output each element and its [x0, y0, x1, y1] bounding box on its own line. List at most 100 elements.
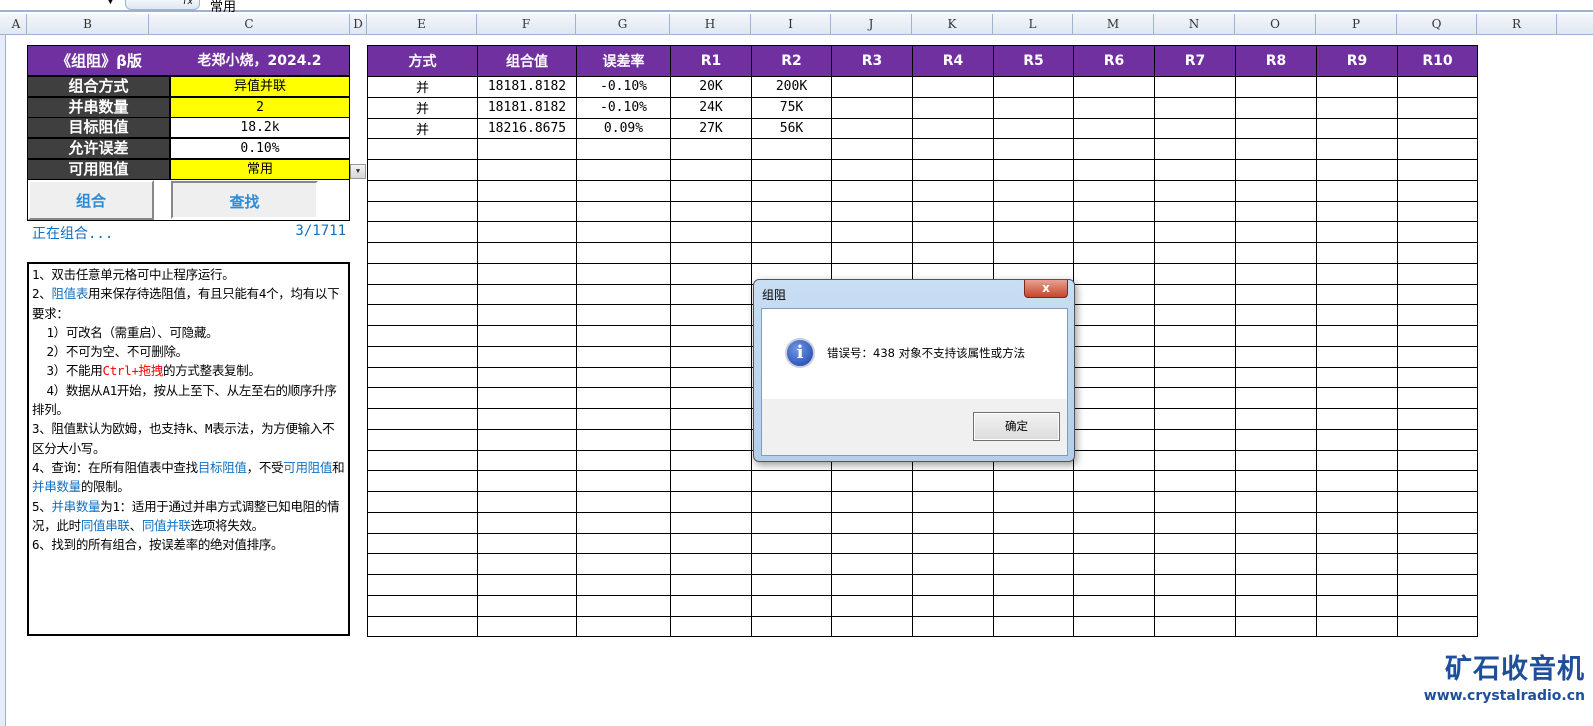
table-cell[interactable]: 18216.8675 — [477, 117, 577, 140]
table-cell[interactable] — [1154, 283, 1236, 306]
table-cell[interactable] — [1397, 574, 1478, 596]
table-cell[interactable] — [576, 200, 671, 223]
table-cell[interactable] — [751, 242, 832, 264]
column-header-J[interactable]: J — [831, 14, 912, 35]
table-cell[interactable] — [751, 615, 832, 638]
table-cell[interactable] — [1154, 96, 1236, 119]
table-cell[interactable] — [1235, 242, 1317, 264]
table-cell[interactable] — [1397, 221, 1478, 243]
table-cell[interactable] — [1316, 262, 1398, 285]
table-cell[interactable] — [1397, 532, 1478, 555]
table-cell[interactable] — [670, 408, 752, 430]
table-cell[interactable] — [1154, 345, 1236, 368]
table-cell[interactable] — [1397, 159, 1478, 181]
table-cell[interactable] — [670, 283, 752, 306]
table-cell[interactable] — [477, 242, 577, 264]
table-cell[interactable]: 27K — [670, 117, 752, 140]
table-cell[interactable] — [1073, 366, 1155, 389]
table-cell[interactable] — [1235, 532, 1317, 555]
table-cell[interactable] — [912, 491, 994, 513]
table-cell[interactable] — [670, 574, 752, 596]
table-cell[interactable] — [1316, 179, 1398, 202]
table-cell[interactable]: 并 — [367, 117, 478, 140]
table-cell[interactable] — [477, 594, 577, 617]
table-cell[interactable] — [831, 117, 913, 140]
table-cell[interactable] — [1235, 262, 1317, 285]
table-cell[interactable] — [670, 304, 752, 326]
table-cell[interactable] — [1316, 325, 1398, 347]
table-cell[interactable] — [1154, 532, 1236, 555]
table-cell[interactable] — [367, 408, 478, 430]
table-cell[interactable] — [576, 594, 671, 617]
table-cell[interactable] — [367, 615, 478, 638]
table-cell[interactable] — [1073, 117, 1155, 140]
table-cell[interactable] — [993, 242, 1074, 264]
table-cell[interactable]: 56K — [751, 117, 832, 140]
table-cell[interactable] — [576, 159, 671, 181]
table-cell[interactable] — [1073, 387, 1155, 409]
table-cell[interactable] — [367, 470, 478, 492]
table-cell[interactable] — [1073, 76, 1155, 98]
table-cell[interactable] — [831, 200, 913, 223]
table-cell[interactable] — [751, 532, 832, 555]
table-cell[interactable] — [1235, 159, 1317, 181]
table-cell[interactable] — [831, 574, 913, 596]
table-cell[interactable] — [751, 221, 832, 243]
table-cell[interactable] — [1316, 283, 1398, 306]
column-header-I[interactable]: I — [751, 14, 831, 35]
table-cell[interactable] — [912, 159, 994, 181]
table-cell[interactable] — [1316, 221, 1398, 243]
table-cell[interactable] — [576, 615, 671, 638]
table-cell[interactable] — [367, 179, 478, 202]
table-cell[interactable] — [1397, 491, 1478, 513]
table-cell[interactable] — [1397, 470, 1478, 492]
table-cell[interactable] — [1073, 553, 1155, 575]
table-cell[interactable] — [367, 221, 478, 243]
table-cell[interactable] — [1235, 96, 1317, 119]
table-cell[interactable] — [1316, 615, 1398, 638]
param-value[interactable]: 异值并联 — [170, 76, 350, 97]
table-cell[interactable] — [576, 242, 671, 264]
table-cell[interactable] — [367, 553, 478, 575]
table-cell[interactable] — [367, 366, 478, 389]
table-cell[interactable] — [1073, 449, 1155, 472]
table-cell[interactable] — [1154, 304, 1236, 326]
table-cell[interactable] — [1316, 242, 1398, 264]
table-cell[interactable] — [831, 138, 913, 160]
table-cell[interactable] — [670, 449, 752, 472]
table-cell[interactable] — [1397, 262, 1478, 285]
table-cell[interactable] — [1154, 262, 1236, 285]
table-cell[interactable] — [1073, 532, 1155, 555]
table-cell[interactable] — [1154, 138, 1236, 160]
table-cell[interactable] — [576, 470, 671, 492]
table-cell[interactable] — [1316, 594, 1398, 617]
table-cell[interactable] — [477, 491, 577, 513]
table-cell[interactable] — [1397, 387, 1478, 409]
table-cell[interactable] — [993, 179, 1074, 202]
table-cell[interactable] — [912, 532, 994, 555]
table-cell[interactable] — [576, 408, 671, 430]
table-cell[interactable] — [576, 283, 671, 306]
table-cell[interactable] — [993, 574, 1074, 596]
column-header-D[interactable]: D — [350, 14, 367, 35]
table-cell[interactable] — [1154, 615, 1236, 638]
table-cell[interactable] — [1316, 138, 1398, 160]
table-cell[interactable] — [912, 553, 994, 575]
table-cell[interactable] — [993, 532, 1074, 555]
table-cell[interactable] — [993, 221, 1074, 243]
table-cell[interactable] — [1397, 304, 1478, 326]
table-cell[interactable] — [1235, 304, 1317, 326]
table-cell[interactable] — [576, 449, 671, 472]
table-cell[interactable] — [1397, 553, 1478, 575]
table-cell[interactable] — [367, 200, 478, 223]
table-cell[interactable]: 18181.8182 — [477, 96, 577, 119]
table-cell[interactable] — [1154, 428, 1236, 451]
table-cell[interactable] — [670, 594, 752, 617]
table-cell[interactable] — [1316, 428, 1398, 451]
table-cell[interactable] — [1154, 117, 1236, 140]
table-cell[interactable] — [1235, 428, 1317, 451]
table-cell[interactable] — [367, 159, 478, 181]
table-cell[interactable] — [670, 511, 752, 534]
table-cell[interactable] — [912, 221, 994, 243]
table-cell[interactable] — [1316, 491, 1398, 513]
